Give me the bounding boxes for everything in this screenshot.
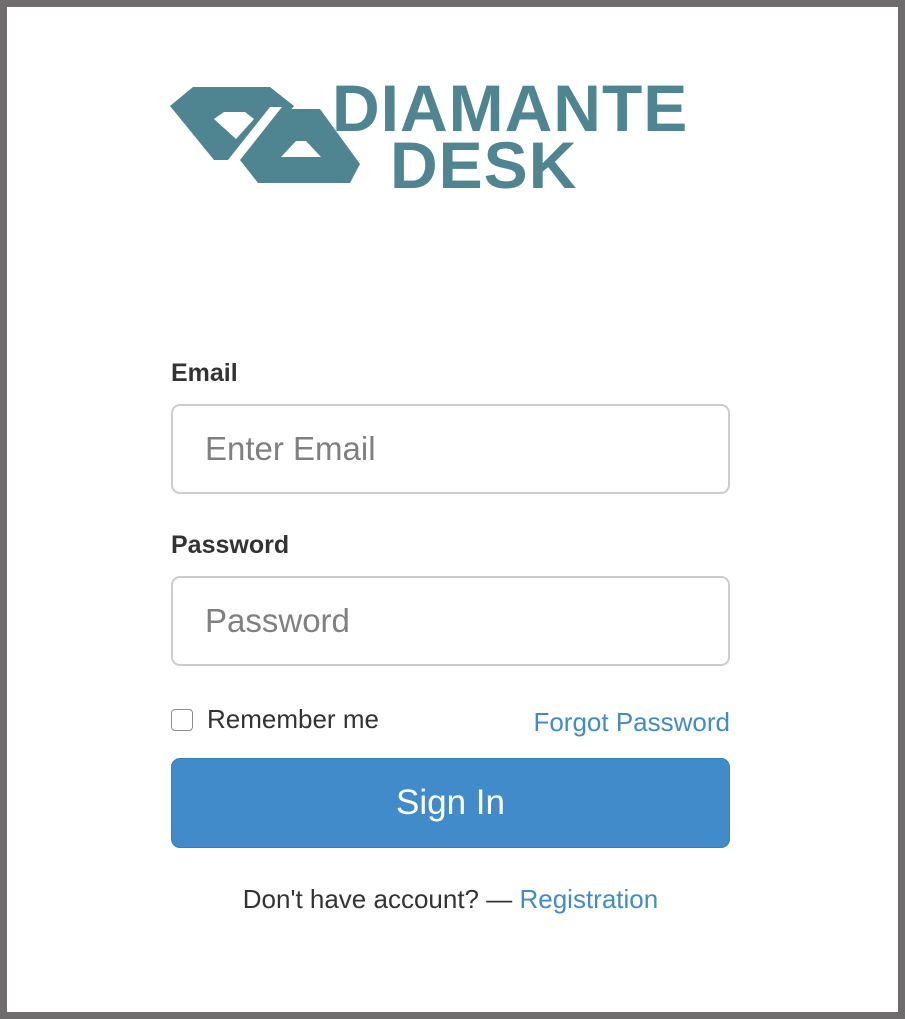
- registration-prompt: Don't have account? — Registration: [171, 884, 730, 915]
- sign-in-button[interactable]: Sign In: [171, 758, 730, 848]
- remember-me-label: Remember me: [207, 704, 379, 734]
- logo-line-1: DIAMANTE: [332, 71, 689, 145]
- registration-link[interactable]: Registration: [519, 884, 658, 914]
- login-panel: DIAMANTE DESK Email Password Remember me…: [7, 7, 898, 1012]
- diamante-desk-logo: DIAMANTE DESK: [170, 71, 736, 202]
- no-account-text: Don't have account? —: [242, 884, 520, 914]
- password-field[interactable]: [171, 576, 730, 666]
- email-label: Email: [171, 359, 238, 387]
- remember-me-checkbox[interactable]: [171, 708, 193, 731]
- password-label: Password: [171, 531, 290, 559]
- email-field[interactable]: [171, 404, 730, 494]
- logo-line-2: DESK: [390, 128, 578, 202]
- remember-me[interactable]: Remember me: [171, 704, 379, 735]
- forgot-password-link[interactable]: Forgot Password: [533, 707, 730, 738]
